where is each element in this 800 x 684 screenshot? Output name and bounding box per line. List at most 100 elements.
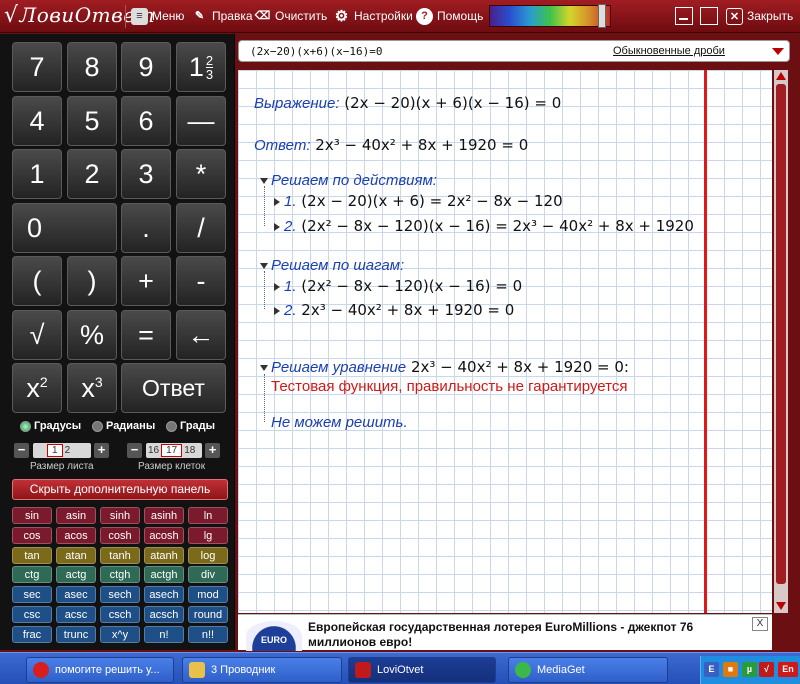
- key-multiply[interactable]: *: [176, 149, 226, 199]
- key-9[interactable]: 9: [121, 42, 171, 92]
- minimize-button[interactable]: [675, 7, 693, 25]
- function-key-div[interactable]: div: [188, 566, 228, 584]
- scrollbar-thumb[interactable]: [776, 84, 786, 584]
- function-key-lg[interactable]: lg: [188, 526, 228, 544]
- function-key-sech[interactable]: sech: [100, 586, 140, 604]
- action-step-1[interactable]: 1. (2x − 20)(x + 6) = 2x² − 8x − 120: [274, 192, 563, 210]
- function-key-actgh[interactable]: actgh: [144, 566, 184, 584]
- maximize-button[interactable]: [700, 7, 718, 25]
- key-6[interactable]: 6: [121, 96, 171, 146]
- cell-size-decrease-button[interactable]: −: [127, 443, 142, 458]
- hide-extra-panel-button[interactable]: Скрыть дополнительную панель: [12, 479, 228, 500]
- function-key-cos[interactable]: cos: [12, 526, 52, 544]
- key-divide[interactable]: /: [176, 203, 226, 253]
- key-square[interactable]: x2: [12, 363, 62, 413]
- function-key-mod[interactable]: mod: [188, 586, 228, 604]
- key-decimal[interactable]: .: [121, 203, 171, 253]
- function-key-asec[interactable]: asec: [56, 586, 96, 604]
- spectrum-slider-handle[interactable]: [598, 4, 606, 28]
- step-2[interactable]: 2. 2x³ − 40x² + 8x + 1920 = 0: [274, 301, 514, 319]
- help-button[interactable]: ? Помощь: [416, 6, 483, 27]
- function-key-log[interactable]: log: [188, 546, 228, 564]
- settings-button[interactable]: ⚙ Настройки: [333, 6, 413, 27]
- function-key-ctg[interactable]: ctg: [12, 566, 52, 584]
- key-1[interactable]: 1: [12, 149, 62, 199]
- function-key-nx[interactable]: n!: [144, 625, 184, 643]
- function-key-asech[interactable]: asech: [144, 586, 184, 604]
- key-8[interactable]: 8: [67, 42, 117, 92]
- taskbar-item-loviotvet[interactable]: LoviOtvet: [348, 657, 496, 683]
- tray-loviotvet-icon[interactable]: √: [759, 662, 774, 677]
- function-key-xxy[interactable]: x^y: [100, 625, 140, 643]
- function-key-round[interactable]: round: [188, 606, 228, 623]
- key-fraction-bar[interactable]: —: [176, 96, 226, 146]
- ad-text[interactable]: Европейская государственная лотерея Euro…: [308, 620, 718, 650]
- close-button[interactable]: ✕ Закрыть: [726, 6, 793, 27]
- function-key-nxx[interactable]: n!!: [188, 625, 228, 643]
- function-key-acsch[interactable]: acsch: [144, 606, 184, 623]
- function-key-sinh[interactable]: sinh: [100, 507, 140, 524]
- function-key-tanh[interactable]: tanh: [100, 546, 140, 564]
- key-close-paren[interactable]: ): [67, 256, 117, 306]
- key-sqrt[interactable]: √: [12, 310, 62, 360]
- color-spectrum-slider[interactable]: [489, 5, 611, 27]
- key-minus[interactable]: -: [176, 256, 226, 306]
- function-key-atan[interactable]: atan: [56, 546, 96, 564]
- key-7[interactable]: 7: [12, 42, 62, 92]
- function-key-sec[interactable]: sec: [12, 586, 52, 604]
- cell-size-increase-button[interactable]: +: [205, 443, 220, 458]
- sheet-size-decrease-button[interactable]: −: [14, 443, 29, 458]
- key-open-paren[interactable]: (: [12, 256, 62, 306]
- function-key-acsc[interactable]: acsc: [56, 606, 96, 623]
- function-key-csc[interactable]: csc: [12, 606, 52, 623]
- function-key-sin[interactable]: sin: [12, 507, 52, 524]
- radio-radians[interactable]: Радианы: [92, 420, 155, 432]
- function-key-asinh[interactable]: asinh: [144, 507, 184, 524]
- edit-button[interactable]: ✎ Правка: [191, 6, 253, 27]
- scroll-down-arrow-icon[interactable]: [776, 602, 786, 610]
- sheet-size-option[interactable]: 2: [63, 445, 73, 456]
- key-equals[interactable]: =: [121, 310, 171, 360]
- scroll-up-arrow-icon[interactable]: [776, 72, 786, 80]
- cell-size-option[interactable]: 18: [182, 445, 197, 456]
- function-key-cosh[interactable]: cosh: [100, 526, 140, 544]
- function-key-csch[interactable]: csch: [100, 606, 140, 623]
- sheet-size-increase-button[interactable]: +: [94, 443, 109, 458]
- tray-ad-icon[interactable]: ■: [723, 662, 738, 677]
- cell-size-option[interactable]: 16: [146, 445, 161, 456]
- tray-app-icon[interactable]: E: [704, 662, 719, 677]
- key-3[interactable]: 3: [121, 149, 171, 199]
- taskbar-item-mediaget[interactable]: MediaGet: [508, 657, 668, 683]
- key-percent[interactable]: %: [67, 310, 117, 360]
- expression-input[interactable]: (2x−20)(x+6)(x−16)=0 Обыкновенные дроби: [238, 40, 790, 62]
- chevron-down-icon[interactable]: [772, 48, 784, 55]
- action-step-2[interactable]: 2. (2x² − 8x − 120)(x − 16) = 2x³ − 40x²…: [274, 217, 694, 235]
- function-key-asin[interactable]: asin: [56, 507, 96, 524]
- ad-close-button[interactable]: X: [752, 617, 768, 631]
- taskbar-item-explorer[interactable]: 3 Проводник: [182, 657, 342, 683]
- by-actions-header[interactable]: Решаем по действиям:: [260, 171, 437, 189]
- function-key-tan[interactable]: tan: [12, 546, 52, 564]
- function-key-acosh[interactable]: acosh: [144, 526, 184, 544]
- radio-degrees[interactable]: Градусы: [20, 420, 81, 432]
- menu-button[interactable]: ≡ Меню: [131, 6, 184, 27]
- function-key-ctgh[interactable]: ctgh: [100, 566, 140, 584]
- key-4[interactable]: 4: [12, 96, 62, 146]
- taskbar-item-opera[interactable]: помогите решить у...: [26, 657, 174, 683]
- by-steps-header[interactable]: Решаем по шагам:: [260, 256, 404, 274]
- fraction-mode-select[interactable]: Обыкновенные дроби: [613, 45, 725, 57]
- tray-torrent-icon[interactable]: µ: [742, 662, 757, 677]
- key-5[interactable]: 5: [67, 96, 117, 146]
- key-plus[interactable]: +: [121, 256, 171, 306]
- answer-button[interactable]: Ответ: [121, 363, 226, 413]
- ad-banner[interactable]: EURO Европейская государственная лотерея…: [238, 614, 772, 651]
- key-2[interactable]: 2: [67, 149, 117, 199]
- key-cube[interactable]: x3: [67, 363, 117, 413]
- language-indicator[interactable]: En: [778, 662, 798, 677]
- radio-grads[interactable]: Грады: [166, 420, 215, 432]
- step-1[interactable]: 1. (2x² − 8x − 120)(x − 16) = 0: [274, 277, 522, 295]
- function-key-actg[interactable]: actg: [56, 566, 96, 584]
- clear-button[interactable]: ⌫ Очистить: [254, 6, 328, 27]
- key-backspace[interactable]: ←: [176, 310, 226, 360]
- function-key-acos[interactable]: acos: [56, 526, 96, 544]
